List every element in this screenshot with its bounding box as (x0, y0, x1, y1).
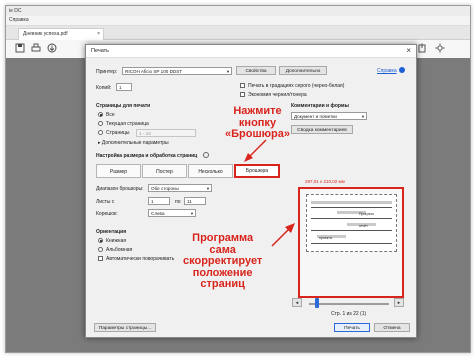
save-icon[interactable] (14, 43, 25, 54)
app-title: ie DC (6, 6, 470, 16)
advanced-button[interactable]: Дополнительно (279, 66, 327, 75)
radio-landscape[interactable] (98, 247, 103, 252)
printer-select[interactable]: RICOH Aficio SP 100 DDST ▼ (122, 67, 232, 75)
help-link[interactable]: Справка (377, 68, 397, 74)
save-ink-label: Экономия чернил/тонера (248, 92, 307, 98)
callout-booklet: Нажмите кнопку «Брошюра» (225, 105, 290, 141)
booklet-range-select[interactable]: Обе стороны ▼ (148, 184, 212, 192)
comments-section-title: Комментарии и формы (291, 103, 349, 109)
page-slider-track[interactable] (309, 303, 389, 305)
radio-current-page[interactable] (98, 121, 103, 126)
radio-all[interactable] (98, 112, 103, 117)
app-menubar: Справка (6, 16, 470, 26)
sheets-to-label: по (175, 199, 181, 205)
printer-value: RICOH Aficio SP 100 DDST (125, 69, 183, 74)
copies-value: 1 (119, 85, 122, 90)
pages-section-title: Страницы для печати (96, 103, 151, 109)
help-icon[interactable] (399, 67, 405, 73)
auto-rotate-checkbox[interactable] (98, 256, 103, 261)
preview-size: 297,01 x 210,02 мм (305, 179, 345, 184)
seg-poster-button[interactable]: Постер (142, 164, 187, 178)
preview-text-2: отчёт (359, 224, 368, 228)
more-options-label: Дополнительные параметры (101, 140, 169, 146)
callout-program-line-1: Программа (192, 232, 254, 244)
chevron-down-icon: ▼ (361, 114, 365, 119)
sizing-section-title: Настройка размера и обработка страниц (96, 153, 198, 159)
callout-program-line-3: скорректирует (183, 255, 263, 267)
page-slider-thumb[interactable] (315, 298, 319, 308)
document-tab-label: Дневник успеха.pdf (23, 31, 68, 37)
radio-portrait-label: Книжная (106, 238, 127, 244)
radio-current-label: Текущая страница (106, 121, 149, 127)
page-indicator: Стр. 1 из 22 (1) (331, 311, 367, 317)
seg-multiple-button[interactable]: Несколько (188, 164, 233, 178)
chevron-right-icon: ▸ (397, 301, 401, 306)
radio-pages-label: Страницы (106, 130, 130, 136)
callout-program: Программа сама скорректирует положение с… (183, 232, 263, 291)
binding-select[interactable]: Слева ▼ (148, 209, 196, 217)
seg-booklet-button[interactable]: Брошюра (234, 164, 280, 178)
radio-pages[interactable] (98, 130, 103, 135)
radio-all-label: Все (106, 112, 115, 118)
callout-program-arrow (271, 223, 295, 247)
chevron-down-icon: ▼ (226, 69, 230, 74)
page-setup-button[interactable]: Параметры страницы... (94, 323, 156, 332)
share-icon[interactable] (416, 43, 427, 54)
booklet-preview: Прогресс отчёт проекта (298, 187, 404, 298)
sheets-from-input[interactable]: 1 (148, 197, 170, 205)
save-ink-checkbox[interactable] (240, 92, 245, 97)
menu-help[interactable]: Справка (9, 17, 29, 23)
download-icon[interactable] (46, 43, 57, 54)
next-page-button[interactable]: ▸ (394, 298, 404, 307)
print-dialog-titlebar: Печать × (86, 45, 416, 58)
app-tabbar: Дневник успеха.pdf × (6, 26, 470, 40)
preview-text-3: проекта (319, 236, 332, 240)
properties-button[interactable]: Свойства (236, 66, 276, 75)
preview-page: Прогресс отчёт проекта (306, 194, 397, 252)
binding-label: Корешок: (96, 211, 118, 217)
print-button[interactable]: Печать (334, 323, 370, 332)
document-tab[interactable]: Дневник успеха.pdf × (18, 28, 104, 40)
seg-size-button[interactable]: Размер (96, 164, 141, 178)
tab-close-icon[interactable]: × (97, 29, 100, 40)
binding-value: Слева (151, 211, 165, 216)
close-icon[interactable]: × (406, 45, 411, 57)
sheets-label: Листы с (96, 199, 115, 205)
sheets-from-value: 1 (151, 199, 154, 204)
grayscale-label: Печать в градациях серого (черно-белая) (248, 83, 345, 89)
chevron-down-icon: ▼ (190, 211, 194, 216)
orientation-section-title: Ориентация (96, 229, 127, 235)
summarize-comments-button[interactable]: Сводка комментариев (291, 125, 353, 134)
comments-value: Документ и пометки (294, 114, 337, 119)
preview-text-1: Прогресс (359, 212, 375, 216)
radio-landscape-label: Альбомная (106, 247, 133, 253)
booklet-range-value: Обе стороны (151, 186, 179, 191)
printer-label: Принтер: (96, 69, 118, 75)
print-dialog: Печать × Принтер: RICOH Aficio SP 100 DD… (85, 44, 417, 338)
callout-booklet-arrow (244, 139, 267, 162)
auto-rotate-label: Автоматически поворачивать (106, 256, 175, 262)
chevron-down-icon: ▼ (206, 186, 210, 191)
sheets-to-value: 11 (187, 199, 192, 204)
tools-icon[interactable] (434, 43, 445, 54)
grayscale-checkbox[interactable] (240, 83, 245, 88)
copies-label: Копий: (96, 85, 112, 91)
prev-page-button[interactable]: ◂ (292, 298, 302, 307)
callout-program-line-5: страниц (200, 278, 245, 290)
comments-select[interactable]: Документ и пометки ▼ (291, 112, 367, 120)
pages-range-input[interactable]: 1 - 44 (136, 129, 196, 137)
cancel-button[interactable]: Отмена (374, 323, 410, 332)
booklet-range-label: Диапазон брошюры: (96, 186, 144, 192)
pages-range-value: 1 - 44 (139, 131, 151, 136)
more-options-toggle[interactable]: ▸ Дополнительные параметры (98, 140, 169, 146)
sheets-to-input[interactable]: 11 (184, 197, 206, 205)
radio-portrait[interactable] (98, 238, 103, 243)
chevron-left-icon: ◂ (295, 301, 299, 306)
copies-input[interactable]: 1 (116, 83, 132, 91)
print-dialog-title: Печать (91, 48, 110, 54)
callout-booklet-line-1: Нажмите (233, 105, 282, 117)
info-icon (203, 152, 209, 158)
print-icon[interactable] (30, 43, 41, 54)
